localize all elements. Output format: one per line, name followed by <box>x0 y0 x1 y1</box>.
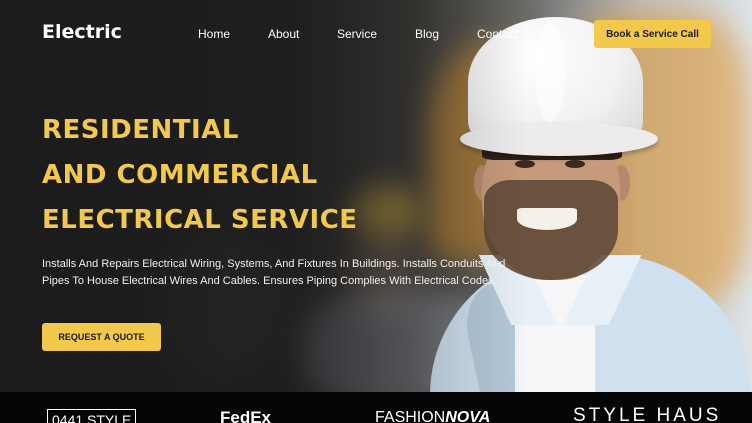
hero-description: Installs And Repairs Electrical Wiring, … <box>42 258 506 287</box>
brand-logo-fashion-nova-light: FASHION <box>375 409 446 423</box>
headline-line: RESIDENTIAL <box>42 115 239 145</box>
nav-home[interactable]: Home <box>198 27 230 41</box>
brand-logo-fedex: FedEx <box>220 408 272 423</box>
request-quote-button[interactable]: REQUEST A QUOTE <box>42 323 161 351</box>
headline-line: AND COMMERCIAL <box>42 160 318 190</box>
brand-logo-fashion-nova: FASHIONNOVA <box>375 408 490 423</box>
hero-section: Electric Home About Service Blog Contact… <box>0 0 752 392</box>
brand-logo-0441-style: 0441 STYLE <box>47 409 137 423</box>
brand-logo-style-haus: STYLE HAUS <box>573 405 722 423</box>
brand-logo-fashion-nova-bold: NOVA <box>445 409 491 423</box>
headline-line: ELECTRICAL SERVICE <box>42 205 358 235</box>
brand-logo-strip: 0441 STYLE FedEx FASHIONNOVA STYLE HAUS <box>0 392 752 423</box>
site-logo[interactable]: Electric <box>42 21 122 43</box>
nav-service[interactable]: Service <box>337 27 377 41</box>
book-service-call-button[interactable]: Book a Service Call <box>594 20 711 48</box>
nav-contact[interactable]: Contact <box>477 27 518 41</box>
hero-headline: RESIDENTIAL AND COMMERCIAL ELECTRICAL SE… <box>42 108 358 243</box>
nav-blog[interactable]: Blog <box>415 27 439 41</box>
nav-about[interactable]: About <box>268 27 299 41</box>
